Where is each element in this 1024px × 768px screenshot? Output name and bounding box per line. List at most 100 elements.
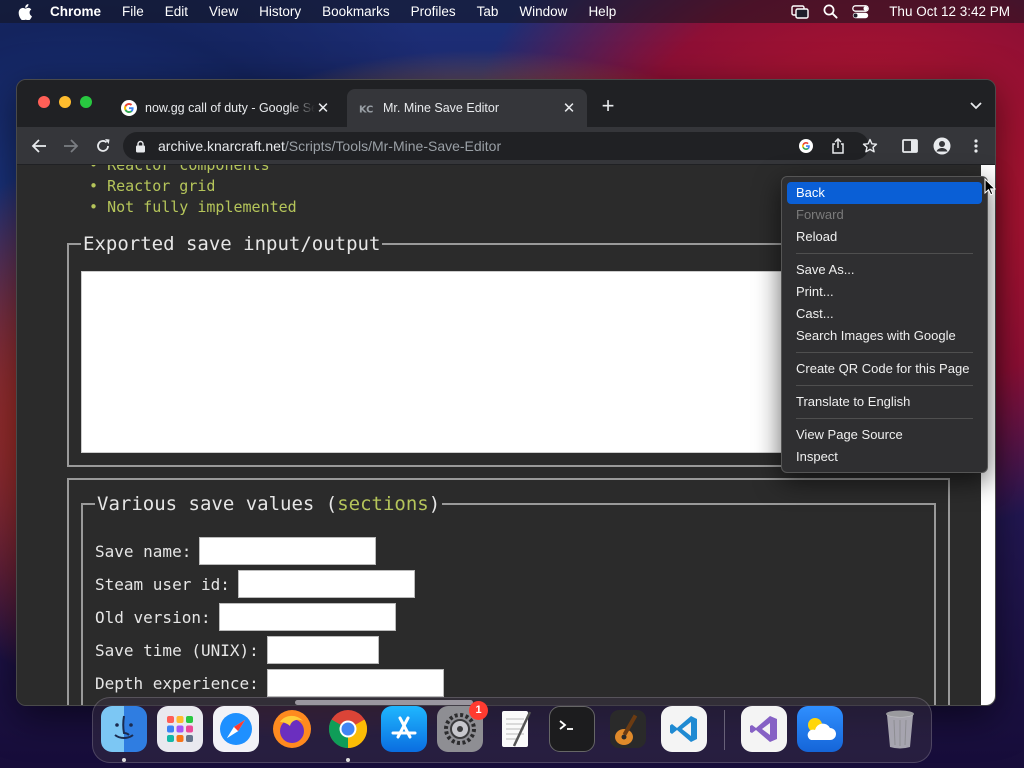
running-indicator	[122, 758, 126, 762]
notification-badge: 1	[469, 701, 488, 720]
context-menu-inspect[interactable]: Inspect	[787, 446, 982, 468]
steam-user-id-row: Steam user id:	[95, 570, 415, 598]
garageband-icon[interactable]	[605, 706, 651, 752]
context-menu-cast[interactable]: Cast...	[787, 303, 982, 325]
safari-icon[interactable]	[213, 706, 259, 752]
save-time-input[interactable]	[266, 636, 379, 664]
menu-profiles[interactable]: Profiles	[411, 4, 456, 19]
field-label: Steam user id:	[95, 574, 230, 594]
context-menu-forward[interactable]: Forward	[787, 204, 982, 226]
context-menu-back[interactable]: Back	[787, 182, 982, 204]
svg-text:KC: KC	[359, 104, 373, 114]
context-menu-reload[interactable]: Reload	[787, 226, 982, 248]
google-lens-icon[interactable]	[797, 137, 815, 155]
mouse-pointer-icon	[984, 177, 997, 196]
context-menu: Back Forward Reload Save As... Print... …	[781, 176, 988, 473]
weather-icon[interactable]	[797, 706, 843, 752]
field-label: Save time (UNIX):	[95, 640, 259, 660]
address-bar[interactable]: archive.knarcraft.net/Scripts/Tools/Mr-M…	[123, 132, 869, 160]
save-values-legend: Various save values (sections)	[95, 493, 442, 515]
launchpad-icon[interactable]	[157, 706, 203, 752]
lock-icon[interactable]	[135, 140, 146, 153]
menu-file[interactable]: File	[122, 4, 144, 19]
tab-close-icon[interactable]: ✕	[315, 100, 331, 117]
list-item: Reactor grid	[89, 176, 297, 197]
finder-icon[interactable]	[101, 706, 147, 752]
menu-bookmarks[interactable]: Bookmarks	[322, 4, 390, 19]
save-values-fieldset: Various save values (sections) Save name…	[81, 493, 936, 705]
sections-link[interactable]: sections	[337, 493, 429, 515]
browser-toolbar: archive.knarcraft.net/Scripts/Tools/Mr-M…	[17, 127, 995, 165]
system-settings-icon[interactable]: 1	[437, 701, 488, 752]
context-menu-search-images[interactable]: Search Images with Google	[787, 325, 982, 347]
legend-prefix: Various save values (	[97, 493, 338, 515]
screen-mirroring-icon[interactable]	[791, 4, 809, 19]
window-minimize-button[interactable]	[59, 96, 71, 108]
steam-user-id-input[interactable]	[237, 570, 415, 598]
vscode-icon[interactable]	[661, 706, 707, 752]
kc-logo-icon: KC	[359, 100, 375, 116]
legend-suffix: )	[428, 493, 441, 515]
menu-edit[interactable]: Edit	[165, 4, 188, 19]
window-controls	[38, 96, 92, 108]
tab-mr-mine-save-editor[interactable]: KC Mr. Mine Save Editor ✕	[347, 89, 587, 127]
menu-history[interactable]: History	[259, 4, 301, 19]
menu-view[interactable]: View	[209, 4, 238, 19]
field-label: Old version:	[95, 607, 211, 627]
export-textarea[interactable]	[81, 271, 861, 453]
tab-title: Mr. Mine Save Editor	[383, 101, 500, 115]
forward-arrow-icon[interactable]	[62, 137, 80, 155]
export-legend: Exported save input/output	[83, 233, 381, 255]
side-panel-icon[interactable]	[901, 137, 919, 155]
old-version-input[interactable]	[218, 603, 396, 631]
control-center-icon[interactable]	[852, 4, 870, 19]
tab-strip: now.gg call of duty - Google Search ✕ KC…	[17, 80, 995, 127]
tab-title: now.gg call of duty - Google Search	[145, 101, 315, 115]
depth-experience-input[interactable]	[266, 669, 444, 697]
app-store-icon[interactable]	[381, 706, 427, 752]
menu-tab[interactable]: Tab	[477, 4, 499, 19]
context-menu-translate[interactable]: Translate to English	[787, 391, 982, 413]
context-menu-create-qr[interactable]: Create QR Code for this Page	[787, 358, 982, 380]
menu-separator	[796, 418, 973, 419]
terminal-icon[interactable]	[549, 706, 595, 752]
tab-search-chevron-icon[interactable]	[969, 98, 983, 112]
visual-studio-icon[interactable]	[741, 706, 787, 752]
list-item: Reactor components	[89, 165, 297, 176]
tab-close-icon[interactable]: ✕	[561, 100, 577, 117]
feature-list: Reactor components Reactor grid Not full…	[89, 165, 297, 218]
save-name-input[interactable]	[199, 537, 377, 565]
window-close-button[interactable]	[38, 96, 50, 108]
back-arrow-icon[interactable]	[30, 137, 48, 155]
macos-dock: 1	[92, 697, 932, 763]
menu-bar-clock[interactable]: Thu Oct 12 3:42 PM	[889, 4, 1010, 19]
context-menu-view-source[interactable]: View Page Source	[787, 424, 982, 446]
reload-icon[interactable]	[94, 137, 112, 155]
list-item: Not fully implemented	[89, 197, 297, 218]
window-zoom-button[interactable]	[80, 96, 92, 108]
context-menu-print[interactable]: Print...	[787, 281, 982, 303]
bookmark-star-icon[interactable]	[861, 137, 879, 155]
menu-separator	[796, 352, 973, 353]
trash-icon[interactable]	[877, 706, 923, 752]
depth-experience-row: Depth experience:	[95, 669, 444, 697]
textedit-icon[interactable]	[493, 706, 539, 752]
firefox-icon[interactable]	[269, 706, 315, 752]
menu-help[interactable]: Help	[588, 4, 616, 19]
chrome-menu-kebab-icon[interactable]	[967, 137, 985, 155]
spotlight-search-icon[interactable]	[823, 4, 838, 19]
new-tab-button[interactable]: +	[599, 95, 617, 117]
old-version-row: Old version:	[95, 603, 396, 631]
context-menu-save-as[interactable]: Save As...	[787, 259, 982, 281]
menu-app-name[interactable]: Chrome	[50, 4, 101, 19]
google-g-icon	[121, 100, 137, 116]
export-fieldset: Exported save input/output	[67, 233, 861, 467]
tab-google-search[interactable]: now.gg call of duty - Google Search ✕	[109, 89, 341, 127]
menu-separator	[796, 385, 973, 386]
profile-avatar-icon[interactable]	[933, 137, 951, 155]
share-icon[interactable]	[829, 137, 847, 155]
url-host: archive.knarcraft.net	[158, 138, 285, 154]
menu-window[interactable]: Window	[519, 4, 567, 19]
chrome-icon[interactable]	[325, 706, 371, 752]
apple-menu-icon[interactable]	[18, 3, 34, 20]
